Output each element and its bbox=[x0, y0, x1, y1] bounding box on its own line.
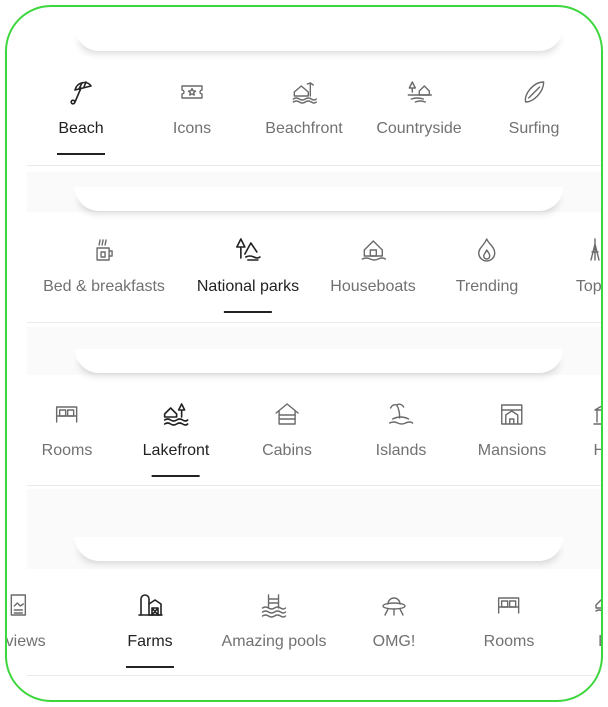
category-mansions[interactable]: Mansions bbox=[478, 399, 546, 477]
selected-underline bbox=[57, 153, 105, 155]
category-label: Beachfront bbox=[265, 120, 343, 137]
category-label: Cabins bbox=[262, 442, 312, 459]
category-label: Islands bbox=[375, 442, 427, 459]
beachfront-house-icon bbox=[289, 77, 319, 107]
category-lakefront[interactable]: Lakefront bbox=[142, 399, 210, 477]
bed-icon bbox=[52, 399, 82, 429]
ufo-icon bbox=[379, 590, 409, 620]
ticket-star-icon bbox=[177, 77, 207, 107]
category-label: Top c bbox=[575, 278, 602, 295]
category-label: Rooms bbox=[483, 633, 535, 650]
category-beachfront[interactable]: Beachfront bbox=[265, 77, 343, 155]
category-omg[interactable]: OMG! bbox=[370, 590, 418, 668]
category-label: Beach bbox=[58, 120, 104, 137]
category-label: g views bbox=[5, 633, 46, 650]
category-label: Farms bbox=[127, 633, 173, 650]
bed-icon bbox=[494, 590, 524, 620]
category-cabins[interactable]: Cabins bbox=[262, 399, 312, 477]
category-historical[interactable]: His bbox=[581, 399, 601, 477]
category-label: Houseboats bbox=[330, 278, 416, 295]
category-bar-divider bbox=[27, 675, 601, 676]
category-amazing-pools[interactable]: Amazing pools bbox=[221, 590, 327, 668]
tower-icon bbox=[580, 235, 601, 265]
category-bed-breakfasts[interactable]: Bed & breakfasts bbox=[43, 235, 165, 313]
mansion-icon bbox=[497, 399, 527, 429]
category-icons[interactable]: Icons bbox=[168, 77, 216, 155]
category-label: His bbox=[593, 441, 601, 461]
cabin-icon bbox=[272, 399, 302, 429]
category-bar-divider bbox=[27, 322, 601, 323]
search-bar-edge[interactable] bbox=[75, 27, 563, 51]
surfboard-icon bbox=[519, 77, 549, 107]
category-label: Mansions bbox=[477, 442, 547, 459]
screenshot-frame: Beach Icons Beachfront Countryside Surfi… bbox=[5, 5, 603, 702]
category-trending[interactable]: Trending bbox=[455, 235, 519, 313]
category-top-cities[interactable]: Top c bbox=[571, 235, 602, 313]
category-label: Bed & breakfasts bbox=[43, 278, 165, 295]
farm-icon bbox=[135, 590, 165, 620]
category-bar-divider bbox=[27, 485, 601, 486]
historical-icon bbox=[590, 399, 601, 429]
beach-umbrella-icon bbox=[66, 77, 96, 107]
category-surfing[interactable]: Surfing bbox=[508, 77, 560, 155]
category-label: Surfing bbox=[508, 120, 560, 137]
category-amazing-views[interactable]: g views bbox=[5, 590, 46, 668]
category-label: OMG! bbox=[372, 633, 416, 650]
category-rooms[interactable]: Rooms bbox=[41, 399, 93, 477]
category-label: Lakefront bbox=[142, 442, 210, 459]
search-bar-edge[interactable] bbox=[75, 187, 563, 211]
pool-icon bbox=[259, 590, 289, 620]
countryside-icon bbox=[404, 77, 434, 107]
category-label: Rooms bbox=[41, 442, 93, 459]
search-bar-edge[interactable] bbox=[75, 349, 563, 373]
category-rooms[interactable]: Rooms bbox=[483, 590, 535, 668]
national-park-icon bbox=[233, 235, 263, 265]
category-lakefront[interactable]: La bbox=[583, 590, 601, 668]
category-national-parks[interactable]: National parks bbox=[197, 235, 299, 313]
selected-underline bbox=[152, 475, 200, 477]
category-label: La bbox=[598, 632, 601, 652]
category-countryside[interactable]: Countryside bbox=[376, 77, 462, 155]
category-label: Trending bbox=[455, 278, 519, 295]
category-label: Amazing pools bbox=[221, 633, 327, 650]
category-label: National parks bbox=[196, 278, 300, 295]
island-icon bbox=[386, 399, 416, 429]
category-houseboats[interactable]: Houseboats bbox=[330, 235, 416, 313]
houseboat-icon bbox=[358, 235, 388, 265]
category-islands[interactable]: Islands bbox=[375, 399, 427, 477]
category-bar-divider bbox=[27, 165, 601, 166]
coffee-mug-icon bbox=[89, 235, 119, 265]
selected-underline bbox=[126, 666, 174, 668]
selected-underline bbox=[224, 311, 272, 313]
search-bar-edge[interactable] bbox=[75, 537, 563, 561]
category-beach[interactable]: Beach bbox=[57, 77, 105, 155]
category-label: Icons bbox=[172, 120, 212, 137]
view-icon bbox=[7, 590, 34, 620]
lakefront-icon bbox=[161, 399, 191, 429]
lakefront-icon bbox=[592, 590, 601, 620]
category-farms[interactable]: Farms bbox=[126, 590, 174, 668]
category-label: Countryside bbox=[376, 120, 462, 137]
flame-icon bbox=[472, 235, 502, 265]
